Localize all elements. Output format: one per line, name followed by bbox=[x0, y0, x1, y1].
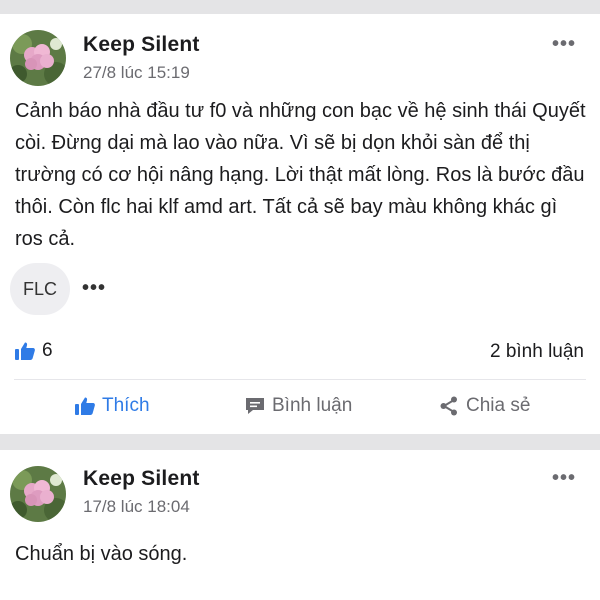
feed-post: Keep Silent 17/8 lúc 18:04 ••• Chuẩn bị … bbox=[0, 450, 600, 600]
thumbs-up-icon bbox=[15, 342, 35, 360]
like-count: 6 bbox=[42, 340, 53, 361]
post-author[interactable]: Keep Silent bbox=[83, 467, 200, 491]
post-timestamp: 17/8 lúc 18:04 bbox=[83, 497, 190, 516]
post-author[interactable]: Keep Silent bbox=[83, 33, 200, 57]
like-button[interactable]: Thích bbox=[74, 395, 150, 417]
share-button-label: Chia sẻ bbox=[466, 395, 531, 416]
post-text: Chuẩn bị vào sóng. bbox=[15, 543, 188, 565]
divider bbox=[14, 379, 586, 380]
post-actions: Thích Bình luận Chia sẻ bbox=[0, 387, 600, 427]
avatar-flower-image bbox=[10, 466, 66, 522]
avatar[interactable] bbox=[10, 466, 66, 522]
stock-tag-label: FLC bbox=[22, 278, 57, 299]
comment-bubble-icon bbox=[246, 398, 264, 414]
post-timestamp: 27/8 lúc 15:19 bbox=[83, 63, 190, 82]
avatar-flower-image bbox=[10, 30, 66, 86]
more-options-icon[interactable]: ••• bbox=[552, 34, 576, 54]
feed-post: Keep Silent 27/8 lúc 15:19 ••• Cảnh báo … bbox=[0, 14, 600, 434]
tag-more-icon[interactable]: ••• bbox=[82, 278, 106, 298]
more-options-icon[interactable]: ••• bbox=[552, 468, 576, 488]
thumbs-up-icon bbox=[75, 397, 95, 415]
stock-tag[interactable]: FLC bbox=[10, 263, 70, 315]
comment-button-label: Bình luận bbox=[272, 395, 353, 416]
comment-count[interactable]: 2 bình luận bbox=[490, 341, 584, 363]
share-button[interactable]: Chia sẻ bbox=[438, 395, 530, 417]
share-icon bbox=[440, 396, 457, 416]
post-text: Cảnh báo nhà đầu tư f0 và những con bạc … bbox=[15, 100, 586, 250]
comment-button[interactable]: Bình luận bbox=[244, 395, 352, 417]
like-button-label: Thích bbox=[102, 395, 150, 416]
like-summary[interactable]: 6 bbox=[14, 340, 53, 362]
avatar[interactable] bbox=[10, 30, 66, 86]
